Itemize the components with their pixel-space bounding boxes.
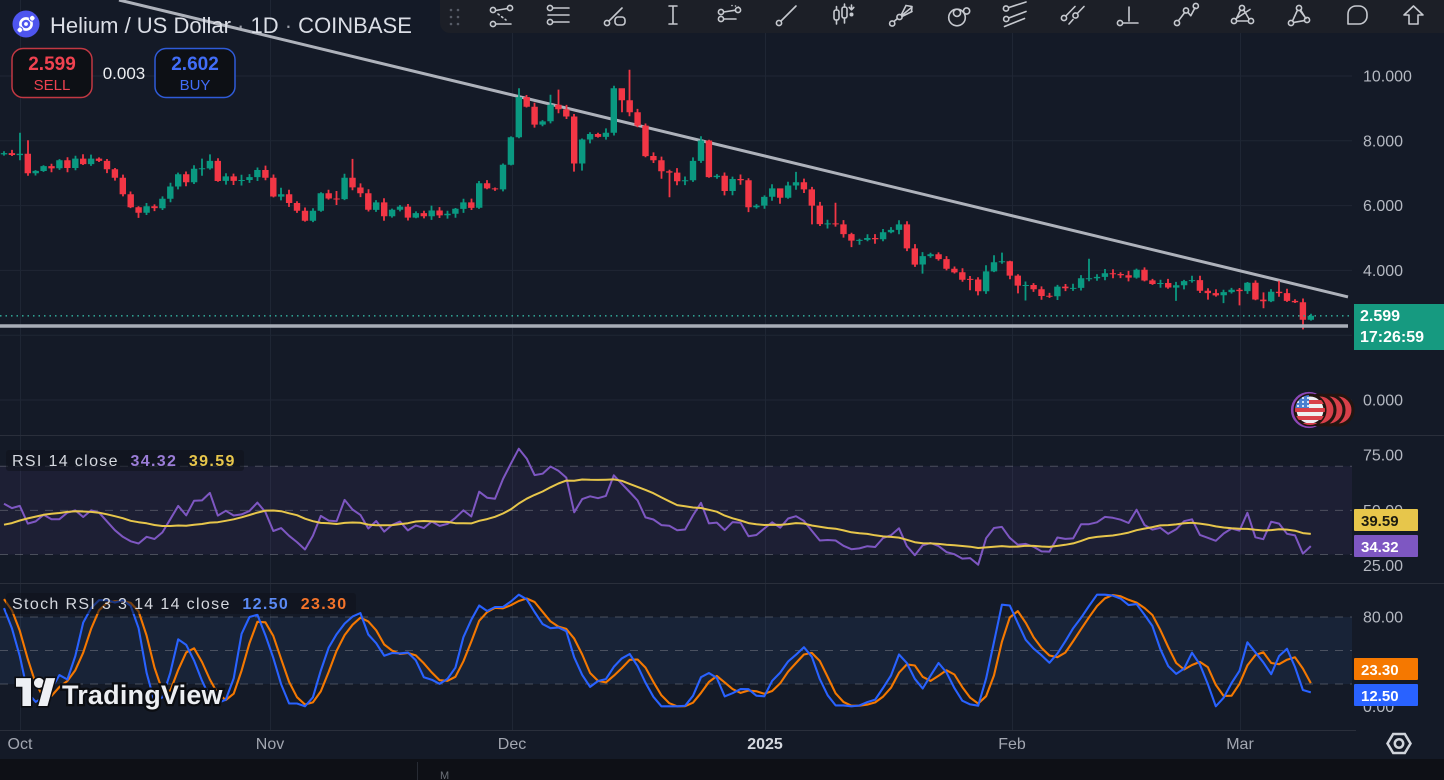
svg-text:25.00: 25.00 [1363, 558, 1403, 575]
svg-text:75.00: 75.00 [1363, 448, 1403, 465]
svg-text:RSI 14 close 34.32 39.59: RSI 14 close 34.32 39.59 [12, 453, 236, 470]
svg-text:Helium / US Dollar · 1D · COIN: Helium / US Dollar · 1D · COINBASE [50, 13, 412, 38]
svg-text:39.59: 39.59 [1361, 513, 1399, 530]
svg-text:17:26:59: 17:26:59 [1360, 329, 1424, 346]
svg-text:10.000: 10.000 [1363, 69, 1412, 86]
svg-text:23.30: 23.30 [1361, 662, 1399, 679]
svg-text:12.50: 12.50 [1361, 688, 1399, 705]
svg-text:Nov: Nov [256, 736, 284, 753]
svg-text:80.00: 80.00 [1363, 610, 1403, 627]
svg-text:8.000: 8.000 [1363, 133, 1403, 150]
svg-text:0.003: 0.003 [103, 64, 146, 83]
svg-text:TradingView: TradingView [62, 680, 224, 710]
svg-text:SELL: SELL [34, 77, 71, 94]
svg-text:6.000: 6.000 [1363, 198, 1403, 215]
svg-text:2.599: 2.599 [1360, 308, 1400, 325]
svg-text:Dec: Dec [498, 736, 526, 753]
svg-text:Mar: Mar [1226, 736, 1254, 753]
svg-text:0.000: 0.000 [1363, 393, 1403, 410]
svg-text:4.000: 4.000 [1363, 263, 1403, 280]
svg-text:2.602: 2.602 [171, 54, 219, 75]
svg-text:2.599: 2.599 [28, 54, 76, 75]
svg-text:Feb: Feb [998, 736, 1026, 753]
svg-text:Stoch RSI 3 3 14 14 close 12.: Stoch RSI 3 3 14 14 close 12.50 23.30 [12, 596, 348, 613]
svg-text:BUY: BUY [180, 77, 211, 94]
svg-text:Oct: Oct [8, 736, 33, 753]
svg-text:2025: 2025 [747, 736, 783, 753]
svg-text:M: M [440, 770, 449, 780]
svg-text:34.32: 34.32 [1361, 539, 1399, 556]
